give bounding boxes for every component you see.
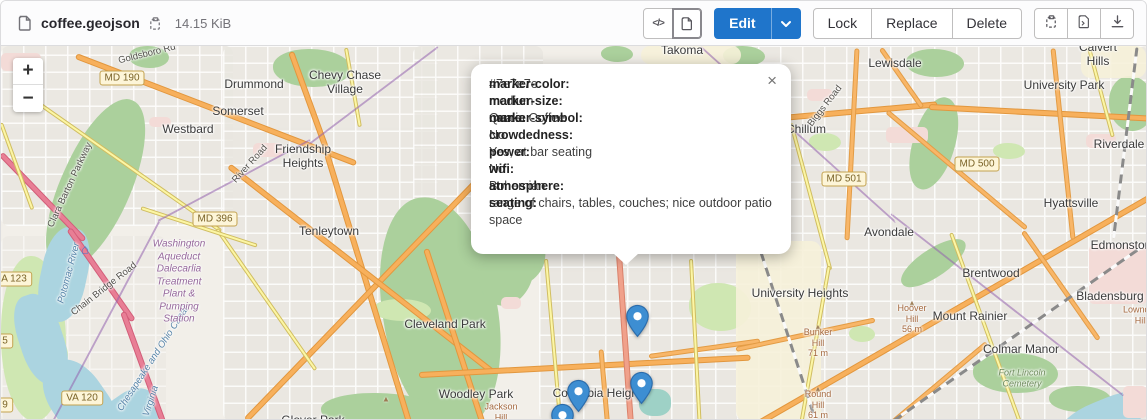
popup-field: marker-color: #7e7e7e bbox=[489, 76, 773, 93]
edit-split-button: Edit bbox=[714, 8, 800, 39]
document-icon bbox=[680, 16, 694, 31]
popup-field: seating: range of chairs, tables, couche… bbox=[489, 195, 773, 229]
download-button[interactable] bbox=[1100, 8, 1134, 39]
raw-file-icon bbox=[1077, 14, 1091, 32]
download-icon bbox=[1110, 14, 1125, 32]
file-header: coffee.geojson 14.15 KiB </> Edit bbox=[1, 1, 1146, 46]
file-actions-group: Lock Replace Delete bbox=[813, 8, 1022, 39]
feature-popup: × marker-color: #7e7e7emarker-size: medi… bbox=[471, 64, 791, 254]
code-icon: </> bbox=[652, 18, 663, 29]
popup-close-icon[interactable]: × bbox=[763, 70, 781, 91]
open-raw-button[interactable] bbox=[1067, 8, 1101, 39]
edit-dropdown-button[interactable] bbox=[771, 8, 801, 39]
replace-button[interactable]: Replace bbox=[871, 8, 952, 39]
edit-button[interactable]: Edit bbox=[714, 8, 770, 39]
file-icon bbox=[17, 15, 33, 31]
chevron-down-icon bbox=[780, 16, 792, 31]
popup-tail bbox=[613, 253, 639, 265]
viewer-toggle: </> bbox=[643, 8, 702, 39]
zoom-in-button[interactable]: + bbox=[13, 58, 43, 85]
file-size: 14.15 KiB bbox=[175, 16, 231, 31]
file-utility-group bbox=[1034, 8, 1134, 39]
map-zoom-control: + − bbox=[13, 58, 43, 112]
popup-field: atmosphere: Bohemian bbox=[489, 178, 773, 195]
popup-field: crowdedness: No bbox=[489, 127, 773, 144]
copy-contents-button[interactable] bbox=[1034, 8, 1068, 39]
popup-field: power: Yes, at bar seating bbox=[489, 144, 773, 161]
popup-fields: marker-color: #7e7e7emarker-size: medium… bbox=[489, 76, 773, 229]
zoom-out-button[interactable]: − bbox=[13, 85, 43, 112]
geojson-map[interactable]: ▲▲⌂ TakomaDrummondChevy Chase VillageSom… bbox=[1, 46, 1146, 419]
file-viewer-card: coffee.geojson 14.15 KiB </> Edit bbox=[0, 0, 1147, 420]
popup-field: marker-size: medium bbox=[489, 93, 773, 110]
copy-path-icon[interactable] bbox=[148, 16, 163, 31]
copy-icon bbox=[1044, 14, 1059, 32]
view-rendered-button[interactable] bbox=[672, 8, 702, 39]
delete-button[interactable]: Delete bbox=[952, 8, 1022, 39]
file-name: coffee.geojson bbox=[41, 15, 140, 31]
lock-button[interactable]: Lock bbox=[813, 8, 873, 39]
popup-field: wifi: No bbox=[489, 161, 773, 178]
view-source-button[interactable]: </> bbox=[643, 8, 673, 39]
